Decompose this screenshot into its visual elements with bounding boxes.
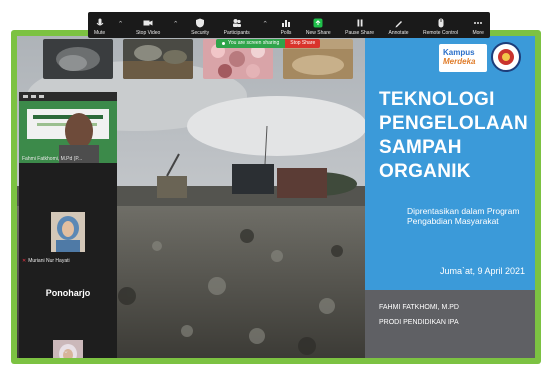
- chevron-up-icon[interactable]: ⌃: [118, 20, 124, 28]
- minimize-icon[interactable]: [23, 95, 28, 98]
- thumbnail-compost: [123, 39, 193, 79]
- zoom-meeting-window: Kampus Merdeka TEKNOLOGI PENGELOLAAN SAM…: [17, 36, 535, 358]
- mouse-icon: [438, 18, 443, 28]
- presenter-video-thumbnail: [19, 101, 117, 163]
- green-border-frame: Kampus Merdeka TEKNOLOGI PENGELOLAAN SAM…: [11, 30, 541, 364]
- chevron-up-icon[interactable]: ⌃: [262, 20, 268, 28]
- chevron-down-icon[interactable]: ⌄: [63, 347, 69, 355]
- video-tile-presenter[interactable]: Fahmi Fatkhomi, M.Pd (P...: [19, 101, 117, 163]
- polls-button[interactable]: Polls: [281, 18, 291, 36]
- status-dot-icon: [222, 42, 225, 45]
- participants-icon: [232, 19, 241, 27]
- pause-share-button[interactable]: Pause Share: [345, 18, 374, 36]
- presenter-department: PRODI PENDIDIKAN IPA: [379, 319, 459, 326]
- screen-sharing-bar: You are screen sharing Stop Share: [216, 39, 321, 48]
- panel-view-controls[interactable]: [19, 92, 117, 101]
- mute-button[interactable]: Mute: [94, 18, 105, 36]
- pen-icon: [395, 21, 402, 28]
- muted-mic-icon: ✕: [22, 258, 27, 264]
- slide-date: Juma`at, 9 April 2021: [439, 266, 525, 276]
- stop-share-button[interactable]: Stop Share: [285, 39, 321, 48]
- more-button[interactable]: More: [472, 18, 484, 36]
- grid-icon[interactable]: [39, 95, 44, 98]
- participants-button[interactable]: Participants: [224, 18, 250, 36]
- annotate-button[interactable]: Annotate: [389, 18, 409, 36]
- share-screen-icon: [313, 18, 323, 28]
- chevron-up-icon[interactable]: ⌃: [173, 20, 179, 28]
- new-share-button[interactable]: New Share: [306, 18, 331, 36]
- participant-name: ✕ Muriani Nur Hayati: [22, 258, 70, 264]
- bar-chart-icon: [282, 20, 291, 27]
- zoom-meeting-toolbar: Mute ⌃ Stop Video ⌃ Security Participant…: [88, 12, 490, 38]
- kampus-merdeka-logo: Kampus Merdeka: [439, 44, 487, 72]
- slide-title: TEKNOLOGI PENGELOLAAN SAMPAH ORGANIK: [379, 89, 528, 182]
- thumbnail-smoke: [43, 39, 113, 79]
- layout-icon[interactable]: [31, 95, 36, 98]
- pause-icon: [357, 19, 363, 27]
- remote-control-button[interactable]: Remote Control: [423, 18, 458, 36]
- shield-icon: [196, 18, 205, 28]
- security-button[interactable]: Security: [191, 18, 209, 36]
- sharing-notice: You are screen sharing: [216, 39, 286, 48]
- microphone-icon: [96, 18, 103, 26]
- presenter-name: FAHMI FATKHOMI, M.PD: [379, 304, 459, 311]
- participant-avatar: [51, 212, 85, 252]
- slide-title-panel: Kampus Merdeka TEKNOLOGI PENGELOLAAN SAM…: [365, 36, 535, 358]
- participant-video-panel[interactable]: Fahmi Fatkhomi, M.Pd (P... ✕ Muriani Nur …: [19, 92, 117, 358]
- participant-name: Fahmi Fatkhomi, M.Pd (P...: [22, 156, 83, 162]
- slide-description: Diprentasikan dalam Program Pengabdian M…: [407, 206, 520, 226]
- presenter-footer: FAHMI FATKHOMI, M.PD PRODI PENDIDIKAN IP…: [365, 290, 535, 358]
- stop-video-button[interactable]: Stop Video: [136, 18, 160, 36]
- university-seal-icon: [491, 42, 521, 72]
- video-tile-participant-2[interactable]: ✕ Muriani Nur Hayati: [19, 212, 117, 272]
- video-camera-icon: [143, 20, 153, 26]
- more-dots-icon: [474, 22, 483, 24]
- participant-name-tile[interactable]: Ponoharjo: [19, 288, 117, 298]
